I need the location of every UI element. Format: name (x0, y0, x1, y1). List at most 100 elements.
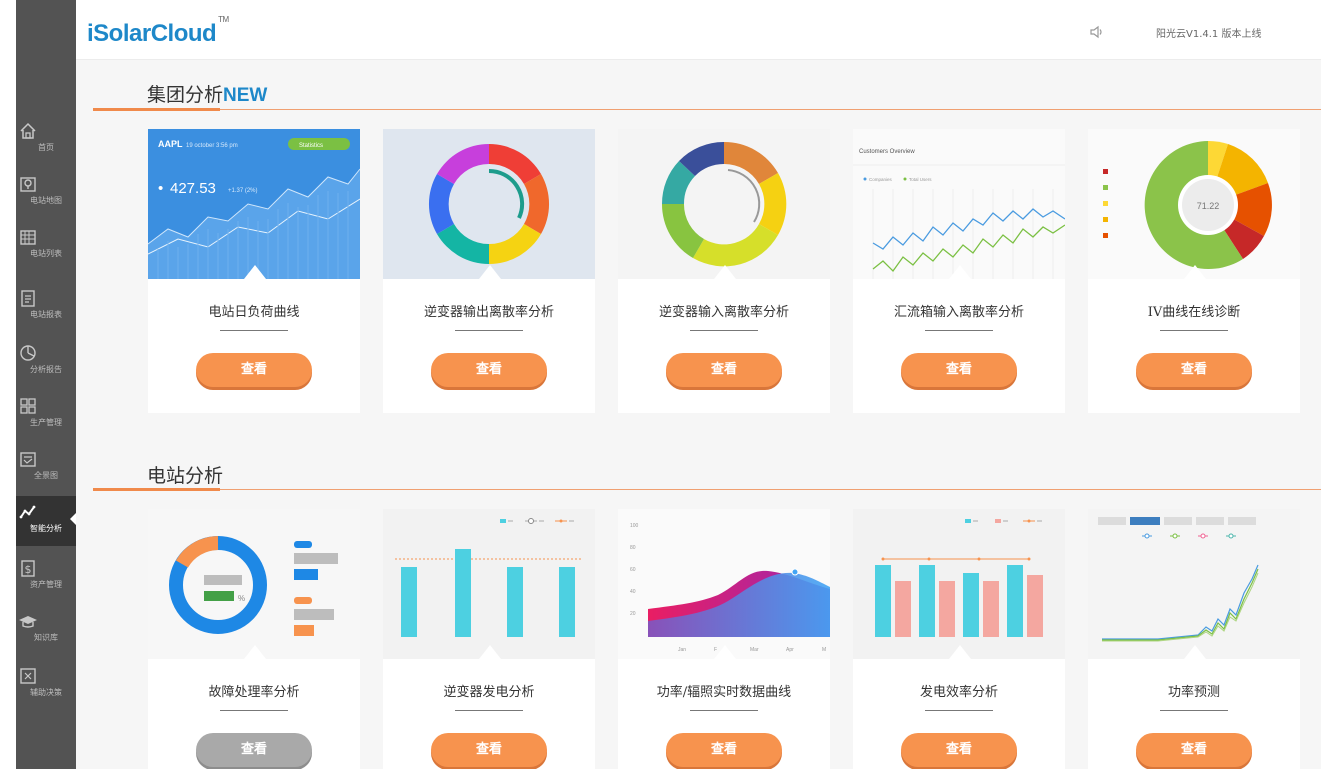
report-icon (21, 290, 35, 307)
dollar-icon: $ (21, 560, 35, 577)
thumb-notch (949, 265, 971, 279)
stock-value: 427.53 (170, 180, 216, 197)
y-tick: 100 (630, 523, 639, 529)
card-title: 电站日负荷曲线 (208, 305, 300, 320)
card-divider (1160, 710, 1228, 711)
sidebar-item-analysis-report[interactable]: 分析报告 (16, 337, 76, 387)
x-tick: Mar (750, 647, 759, 653)
section-title-group-analysis: 集团分析NEW (147, 80, 267, 107)
card-thumbnail (618, 129, 830, 279)
legend-companies: Companies (869, 177, 893, 182)
section-divider (93, 489, 1321, 490)
x-tick: Apr (786, 647, 794, 653)
x-tick: Jan (678, 647, 686, 653)
card-thumbnail (383, 129, 595, 279)
view-button[interactable]: 查看 (431, 353, 547, 387)
card-title: IV曲线在线诊断 (1147, 305, 1241, 320)
sidebar-item-label: 辅助决策 (30, 688, 62, 697)
home-icon (20, 122, 36, 139)
version-notice[interactable]: 阳光云V1.4.1 版本上线 (1156, 25, 1261, 40)
sidebar-item-panorama[interactable]: 全景图 (16, 443, 76, 493)
sidebar-item-label: 电站报表 (30, 310, 62, 319)
view-button[interactable]: 查看 (1136, 353, 1252, 387)
card-thumbnail: AAPL 19 october 3:56 pm Statistics • 427… (148, 129, 360, 279)
sidebar-item-label: 知识库 (34, 633, 58, 642)
donut-percent-thumbnail: % (148, 509, 360, 659)
y-tick: 20 (630, 611, 636, 617)
view-button[interactable]: 查看 (1136, 733, 1252, 767)
card-combiner-input-dispersion: Customers Overview Companies Total Users… (853, 129, 1065, 413)
card-divider (690, 330, 758, 331)
thumb-notch (244, 645, 266, 659)
card-divider (690, 710, 758, 711)
sidebar-item-assets[interactable]: $ 资产管理 (16, 552, 76, 602)
x-tick: M (822, 647, 826, 653)
sidebar-item-decision[interactable]: 辅助决策 (16, 660, 76, 710)
card-inverter-output-dispersion: 逆变器输出离散率分析 查看 (383, 129, 595, 413)
card-fault-handling-rate: % 故障处理率分析 查看 (148, 509, 360, 769)
sidebar-item-label: 智能分析 (30, 524, 62, 533)
card-divider (1160, 330, 1228, 331)
view-button[interactable]: 查看 (196, 733, 312, 767)
sidebar-item-production[interactable]: 生产管理 (16, 390, 76, 440)
card-inverter-input-dispersion: 逆变器输入离散率分析 查看 (618, 129, 830, 413)
sidebar-item-station-map[interactable]: 电站地图 (16, 168, 76, 218)
app-frame: 首页 电站地图 电站列表 电站报表 分析报告 生产管理 全景图 智能分析 $ 资… (0, 0, 1321, 769)
thumb-notch (949, 645, 971, 659)
card-divider (925, 710, 993, 711)
sidebar-item-station-report[interactable]: 电站报表 (16, 282, 76, 332)
svg-text:•: • (158, 180, 163, 197)
area-chart-thumbnail: 100 80 60 40 20 Jan F Mar Apr M (618, 509, 830, 659)
logo[interactable]: iSolarCloudTM (87, 15, 229, 48)
card-title: 汇流箱输入离散率分析 (893, 305, 1024, 320)
sidebar-item-label: 首页 (38, 143, 54, 152)
donut-chart-thumbnail (618, 129, 830, 279)
grid-list-icon (20, 230, 36, 245)
panorama-icon (20, 452, 36, 467)
view-button[interactable]: 查看 (431, 733, 547, 767)
card-thumbnail: 100 80 60 40 20 Jan F Mar Apr M (618, 509, 830, 659)
card-divider (925, 330, 993, 331)
card-divider (220, 330, 288, 331)
view-button[interactable]: 查看 (196, 353, 312, 387)
speaker-icon[interactable] (1089, 24, 1105, 40)
map-pin-icon (20, 177, 36, 192)
card-title: 逆变器输出离散率分析 (423, 305, 554, 320)
section-title-text: 集团分析 (147, 84, 224, 106)
sidebar-item-label: 生产管理 (30, 418, 62, 427)
thumb-notch (479, 265, 501, 279)
view-button[interactable]: 查看 (901, 353, 1017, 387)
view-button[interactable]: 查看 (666, 353, 782, 387)
logo-text: iSolarCloud (87, 20, 217, 47)
sidebar-item-label: 电站地图 (30, 196, 62, 205)
forecast-chart-thumbnail (1088, 509, 1300, 659)
card-title: 功率/辐照实时数据曲线 (656, 685, 792, 700)
sidebar-item-smart-analysis[interactable]: 智能分析 (16, 496, 77, 546)
sidebar: 首页 电站地图 电站列表 电站报表 分析报告 生产管理 全景图 智能分析 $ 资… (16, 0, 77, 769)
stock-change: +1.37 (2%) (228, 188, 258, 194)
graduation-cap-icon (19, 616, 37, 628)
view-button[interactable]: 查看 (901, 733, 1017, 767)
overview-title: Customers Overview (859, 149, 915, 155)
y-tick: 80 (630, 545, 636, 551)
sidebar-item-label: 资产管理 (30, 580, 62, 589)
card-title: 逆变器发电分析 (443, 685, 535, 700)
card-daily-load-curve: AAPL 19 october 3:56 pm Statistics • 427… (148, 129, 360, 413)
section-title-text: 电站分析 (147, 465, 224, 487)
top-bar: iSolarCloudTM 阳光云V1.4.1 版本上线 (76, 0, 1321, 60)
thumb-notch (479, 645, 501, 659)
card-title: 逆变器输入离散率分析 (658, 305, 789, 320)
sidebar-item-home[interactable]: 首页 (16, 115, 76, 165)
view-button[interactable]: 查看 (666, 733, 782, 767)
sidebar-item-knowledge[interactable]: 知识库 (16, 605, 76, 655)
squares-icon (20, 398, 36, 414)
y-tick: 40 (630, 589, 636, 595)
card-thumbnail: Customers Overview Companies Total Users (853, 129, 1065, 279)
card-thumbnail: % (148, 509, 360, 659)
card-thumbnail (853, 509, 1065, 659)
thumb-notch (1184, 265, 1206, 279)
section-title-station-analysis: 电站分析 (147, 461, 223, 488)
bar-pair-chart-thumbnail (853, 509, 1065, 659)
sidebar-item-station-list[interactable]: 电站列表 (16, 221, 76, 271)
section-divider (93, 109, 1321, 110)
